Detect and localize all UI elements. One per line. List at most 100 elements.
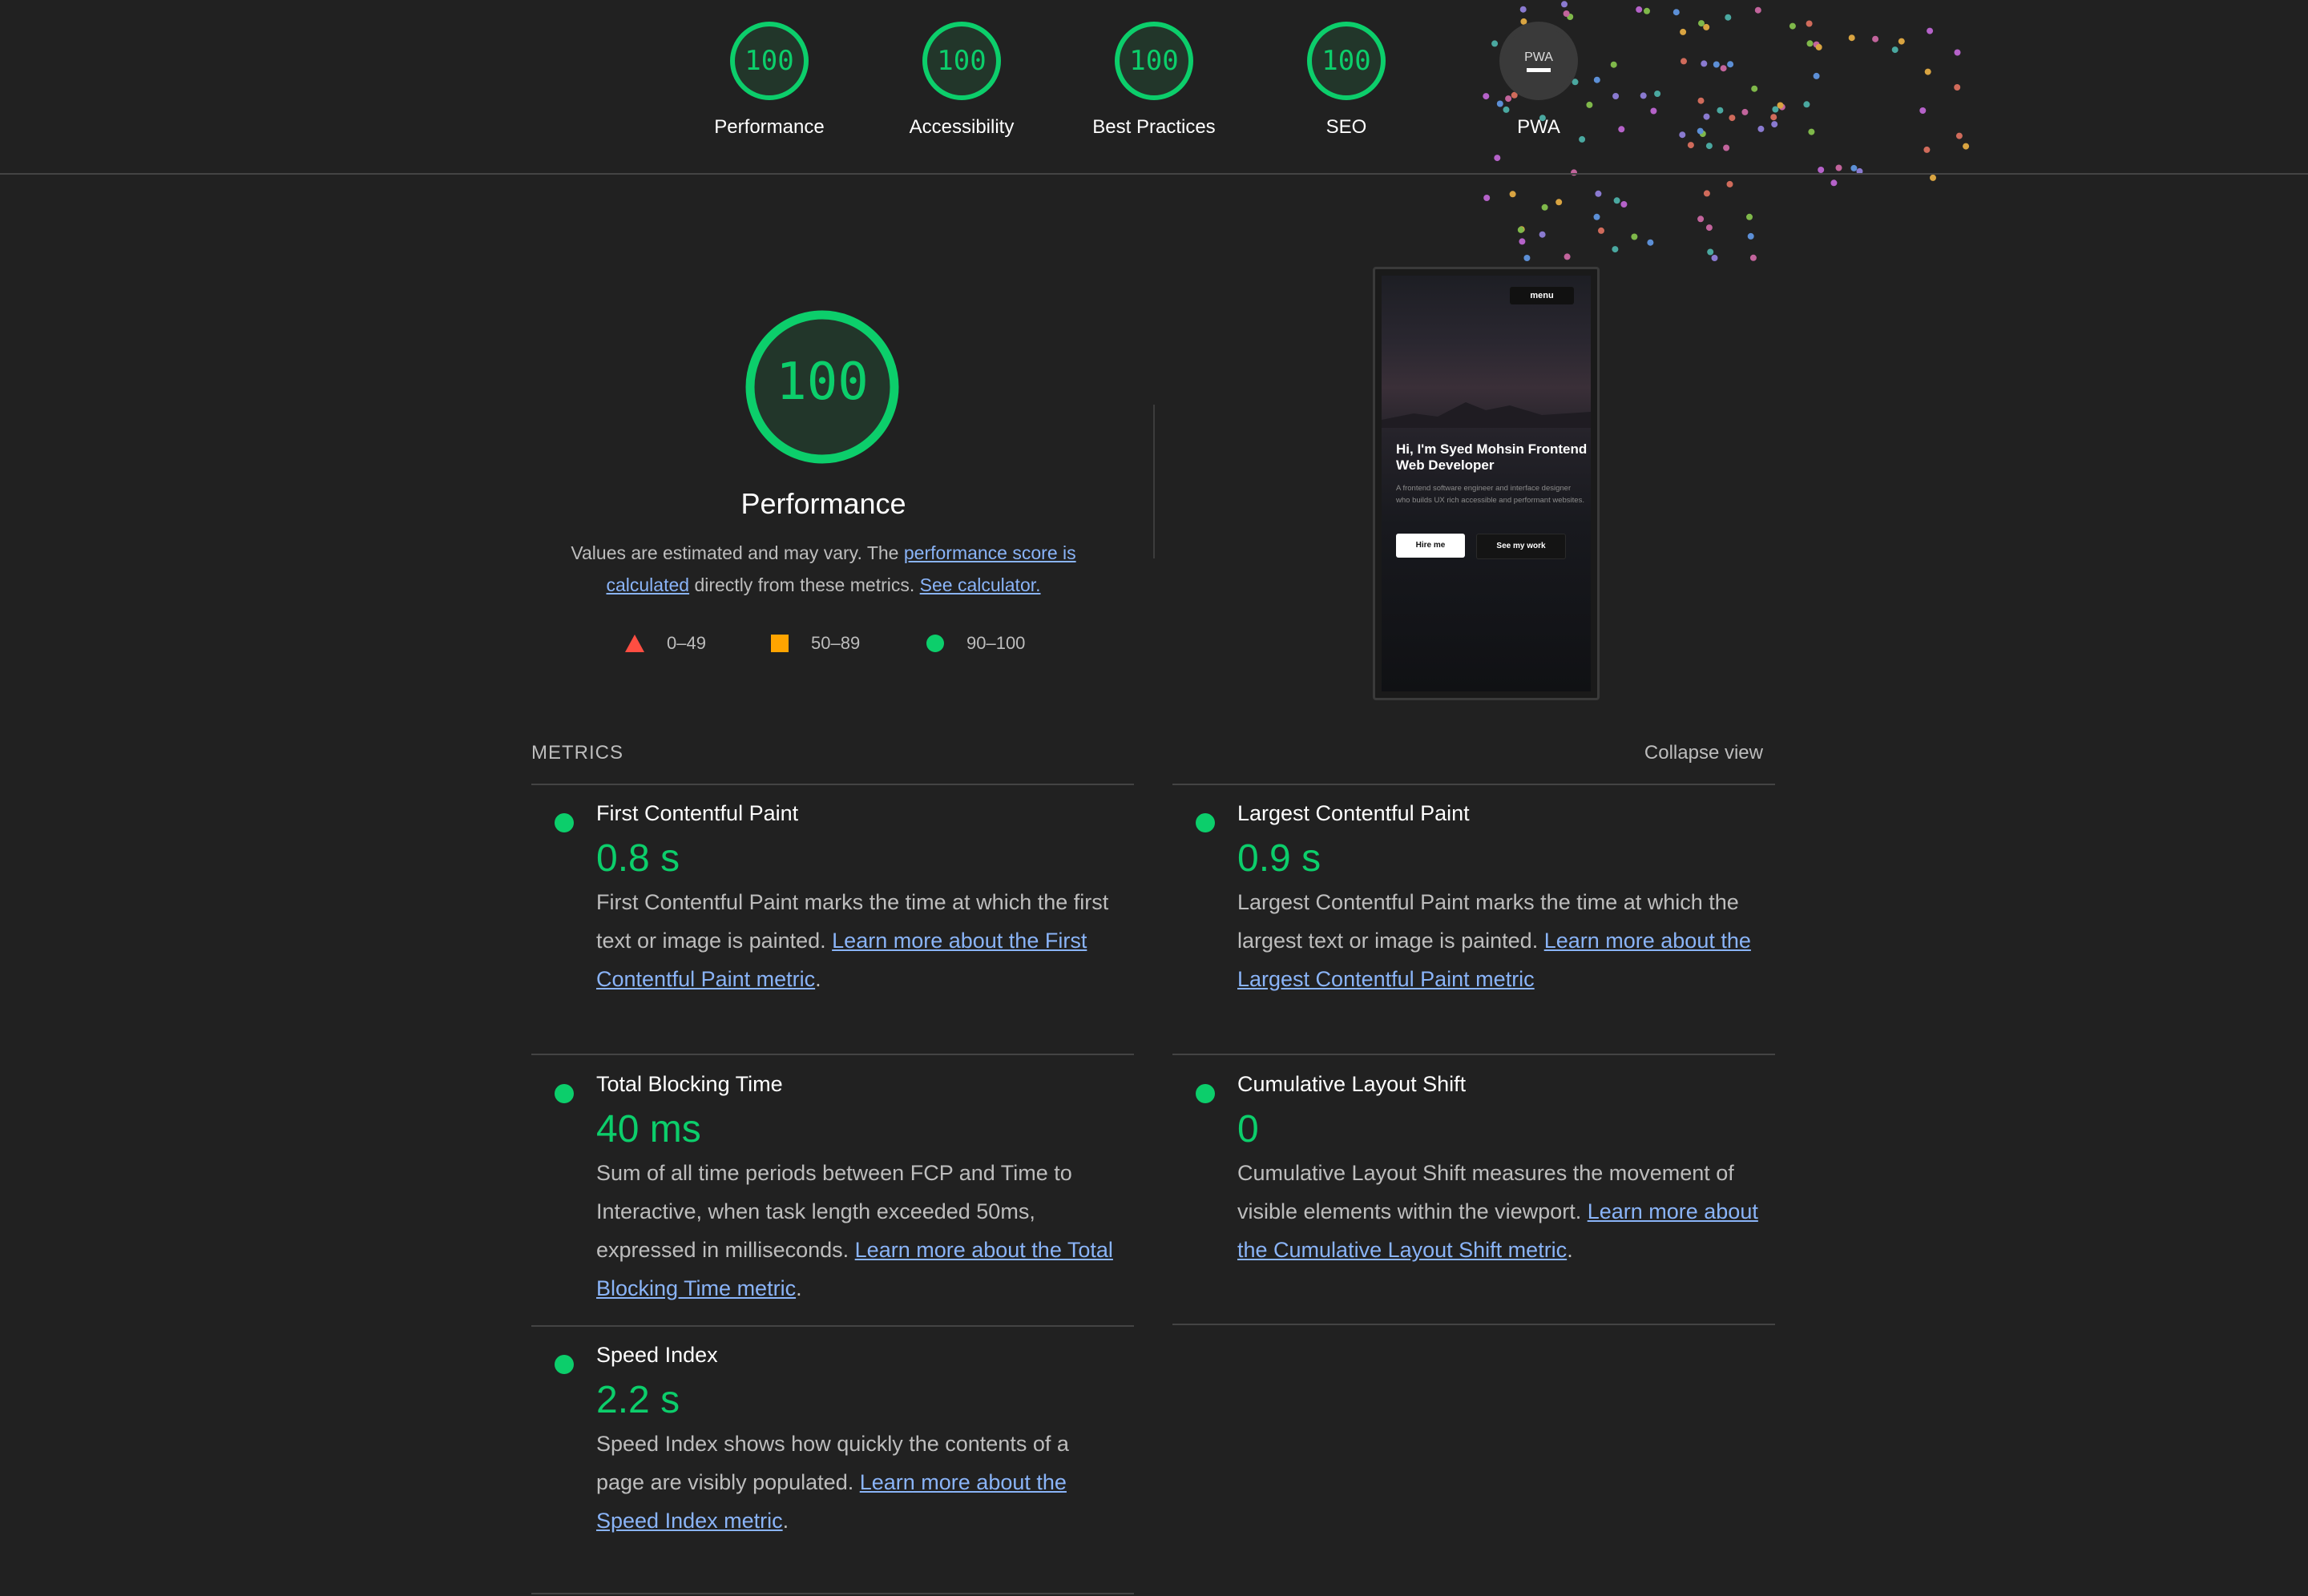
- triangle-icon: [625, 635, 644, 652]
- final-screenshot[interactable]: menu Hi, I'm Syed Mohsin Frontend Web De…: [1373, 267, 1600, 700]
- screenshot-headline: Hi, I'm Syed Mohsin Frontend Web Develop…: [1396, 441, 1588, 473]
- confetti-dot: [1620, 201, 1628, 208]
- screenshot-hire-button: Hire me: [1396, 534, 1465, 558]
- legend-pass-range: 90–100: [966, 633, 1026, 653]
- confetti-dot: [1703, 190, 1710, 197]
- gauge-best-practices-score: 100: [1115, 22, 1193, 100]
- confetti-dot: [1707, 248, 1714, 256]
- confetti-dot: [1523, 255, 1531, 261]
- desc-text-middle: directly from these metrics.: [689, 574, 920, 595]
- gauge-seo[interactable]: 100 SEO: [1258, 22, 1434, 139]
- gauge-accessibility-label: Accessibility: [909, 116, 1015, 138]
- metric-value: 0.9 s: [1237, 837, 1321, 880]
- metric-description: Largest Contentful Paint marks the time …: [1237, 883, 1758, 998]
- screenshot-work-button: See my work: [1476, 534, 1566, 559]
- gauge-pwa-label: PWA: [1517, 116, 1560, 138]
- performance-score: 100: [776, 353, 869, 412]
- divider: [1172, 1054, 1775, 1055]
- confetti-dot: [1593, 213, 1600, 220]
- confetti-dot: [1930, 174, 1936, 181]
- confetti-dot: [1518, 226, 1525, 233]
- pass-circle-icon: [555, 1084, 574, 1103]
- confetti-dot: [1598, 227, 1604, 234]
- gauge-seo-label: SEO: [1325, 116, 1367, 138]
- pwa-badge-text: PWA: [1524, 50, 1553, 64]
- confetti-dot: [1631, 233, 1638, 240]
- confetti-dot: [1517, 226, 1524, 233]
- metric-description: Sum of all time periods between FCP and …: [596, 1154, 1117, 1308]
- confetti-dot: [1749, 254, 1757, 261]
- score-legend: 0–49 50–89 90–100: [0, 633, 2308, 662]
- performance-description: Values are estimated and may vary. The p…: [545, 537, 1102, 601]
- pass-circle-icon: [555, 813, 574, 832]
- metric-value: 2.2 s: [596, 1379, 680, 1421]
- divider: [1172, 1324, 1775, 1325]
- confetti-dot: [1555, 199, 1563, 206]
- legend-average: 50–89: [771, 633, 860, 654]
- confetti-dot: [1747, 232, 1754, 240]
- confetti-dot: [1726, 180, 1733, 187]
- divider: [531, 784, 1134, 785]
- mountain-silhouette: [1382, 402, 1591, 428]
- gauge-performance[interactable]: 100 Performance: [681, 22, 857, 139]
- metric-description: Speed Index shows how quickly the conten…: [596, 1425, 1117, 1540]
- confetti-dot: [1830, 179, 1838, 187]
- category-gauges-bar: 100 Performance 100 Accessibility 100 Be…: [0, 0, 2308, 175]
- confetti-dot: [1483, 195, 1491, 201]
- pwa-badge-icon: PWA: [1499, 22, 1578, 100]
- legend-fail: 0–49: [625, 633, 706, 654]
- confetti-dot: [1595, 190, 1602, 197]
- metric-desc-tail: .: [782, 1509, 789, 1533]
- pass-circle-icon: [1196, 813, 1215, 832]
- metrics-heading: METRICS: [531, 742, 623, 764]
- gauge-accessibility[interactable]: 100 Accessibility: [874, 22, 1050, 139]
- gauge-performance-label: Performance: [714, 116, 825, 138]
- metric-name: Speed Index: [596, 1343, 718, 1367]
- screenshot-paragraph: A frontend software engineer and interfa…: [1396, 484, 1584, 505]
- confetti-dot: [1509, 191, 1516, 198]
- confetti-dot: [1746, 213, 1753, 220]
- gauge-accessibility-score: 100: [922, 22, 1001, 100]
- metric-name: Cumulative Layout Shift: [1237, 1072, 1467, 1096]
- legend-fail-range: 0–49: [667, 633, 706, 653]
- confetti-dot: [1541, 204, 1548, 211]
- metric-desc-tail: .: [815, 967, 821, 991]
- pass-circle-icon: [555, 1355, 574, 1374]
- desc-text: Values are estimated and may vary. The: [571, 542, 904, 563]
- gauge-best-practices[interactable]: 100 Best Practices: [1066, 22, 1242, 139]
- confetti-dot: [1711, 255, 1718, 261]
- confetti-dot: [1705, 224, 1713, 232]
- confetti-dot: [1519, 238, 1526, 245]
- confetti-dot: [1697, 216, 1705, 223]
- gauge-performance-score: 100: [730, 22, 809, 100]
- see-calculator-link[interactable]: See calculator.: [920, 574, 1041, 595]
- legend-average-range: 50–89: [811, 633, 861, 653]
- confetti-dot: [1564, 253, 1571, 260]
- performance-title: Performance: [740, 487, 906, 520]
- metric-value: 0.8 s: [596, 837, 680, 880]
- gauge-pwa[interactable]: PWA PWA: [1451, 22, 1627, 139]
- confetti-dot: [1539, 231, 1546, 238]
- screenshot-menu-button: menu: [1510, 287, 1574, 304]
- metric-name: First Contentful Paint: [596, 801, 799, 825]
- circle-icon: [926, 635, 944, 652]
- gauge-seo-score: 100: [1307, 22, 1386, 100]
- metric-description: Cumulative Layout Shift measures the mov…: [1237, 1154, 1758, 1269]
- confetti-dot: [1613, 197, 1620, 204]
- metric-name: Total Blocking Time: [596, 1072, 783, 1096]
- divider: [531, 1054, 1134, 1055]
- divider: [531, 1593, 1134, 1594]
- confetti-dot: [1647, 239, 1654, 246]
- metric-desc-tail: .: [1567, 1238, 1573, 1262]
- confetti-dot: [1612, 246, 1619, 253]
- metric-value: 0: [1237, 1108, 1259, 1151]
- pass-circle-icon: [1196, 1084, 1215, 1103]
- metric-desc-tail: .: [796, 1276, 802, 1300]
- gauge-best-practices-label: Best Practices: [1092, 116, 1216, 138]
- collapse-view-toggle[interactable]: Collapse view: [1611, 742, 1763, 764]
- metric-description: First Contentful Paint marks the time at…: [596, 883, 1117, 998]
- square-icon: [771, 635, 789, 652]
- divider: [1172, 784, 1775, 785]
- screenshot-viewport: menu Hi, I'm Syed Mohsin Frontend Web De…: [1382, 276, 1591, 691]
- summary-divider: [1153, 405, 1155, 558]
